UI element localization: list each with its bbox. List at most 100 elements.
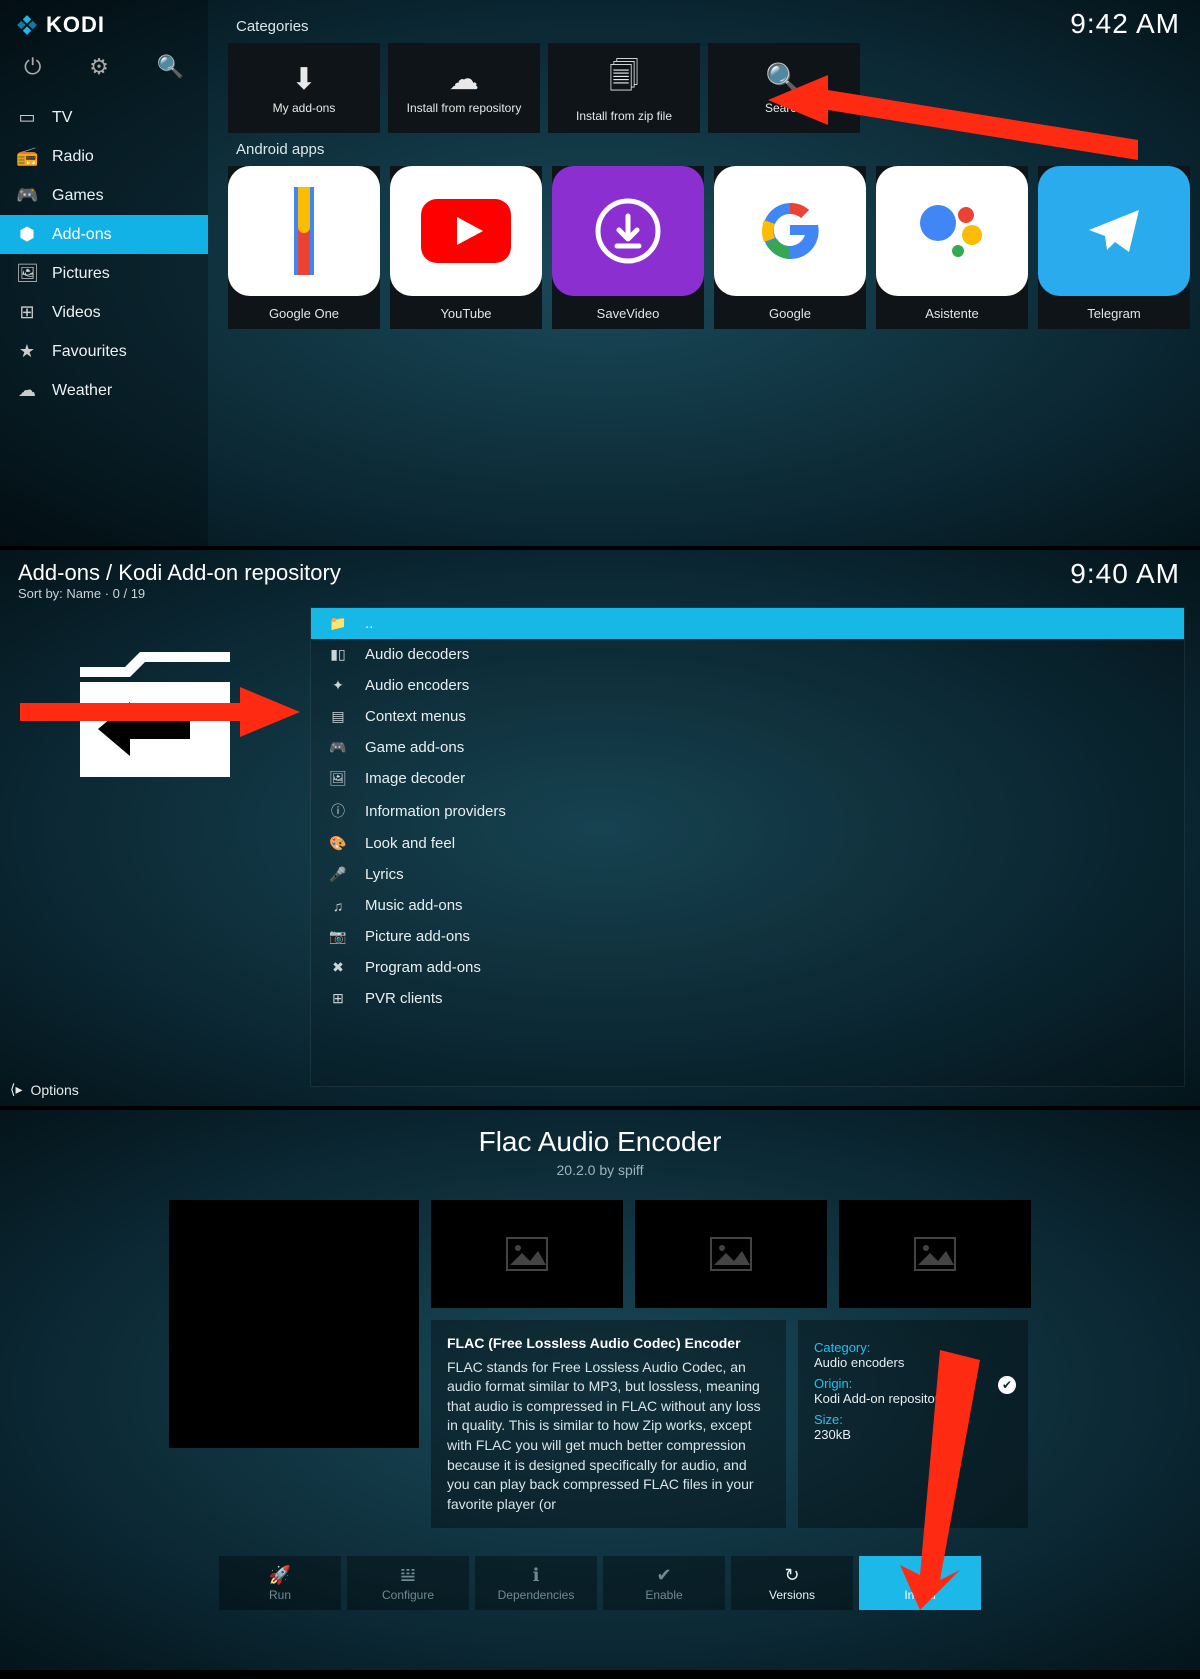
- mic-icon: 🎤: [329, 866, 347, 883]
- row-label: Lyrics: [365, 866, 404, 883]
- row-label: PVR clients: [365, 990, 443, 1007]
- tile-label: Install from repository: [407, 101, 522, 115]
- app-label: Telegram: [1087, 306, 1140, 321]
- grid-icon: ⊞: [329, 990, 347, 1007]
- enable-button[interactable]: ✔Enable: [603, 1556, 725, 1610]
- install-from-zip-tile[interactable]: 🗐Install from zip file: [548, 43, 700, 133]
- system-iconbar: ⏻ ⚙ 🔍: [0, 44, 208, 98]
- row-look-and-feel[interactable]: 🎨Look and feel: [311, 828, 1184, 859]
- nav-games[interactable]: 🎮Games: [0, 176, 208, 215]
- rocket-icon: 🚀: [269, 1565, 291, 1586]
- info-icon: ⓘ: [329, 801, 347, 821]
- screenshot-thumb[interactable]: [431, 1200, 623, 1308]
- main-panel: Categories ⬇ My add-ons ☁ Install from rep…: [208, 0, 1200, 546]
- row-label: Information providers: [365, 803, 506, 820]
- row-audio-decoders[interactable]: ▮▯Audio decoders: [311, 639, 1184, 670]
- annotation-arrow-icon: [880, 1350, 1000, 1610]
- google-one-icon: [228, 166, 380, 296]
- versions-button[interactable]: ↻Versions: [731, 1556, 853, 1610]
- app-google-one[interactable]: Google One: [228, 166, 380, 329]
- nav-list: ▭TV 📻Radio 🎮Games ⬢Add-ons 🖼Pictures ⊞Vi…: [0, 98, 208, 410]
- spark-icon: ✦: [329, 677, 347, 694]
- row-picture-addons[interactable]: 📷Picture add-ons: [311, 921, 1184, 952]
- app-savevideo[interactable]: SaveVideo: [552, 166, 704, 329]
- run-button[interactable]: 🚀 Run: [219, 1556, 341, 1610]
- app-telegram[interactable]: Telegram: [1038, 166, 1190, 329]
- gamepad-icon: 🎮: [329, 739, 347, 756]
- assistant-icon: [876, 166, 1028, 296]
- row-audio-encoders[interactable]: ✦Audio encoders: [311, 670, 1184, 701]
- pictures-icon: 🖼: [16, 263, 38, 284]
- nav-addons[interactable]: ⬢Add-ons: [0, 215, 208, 254]
- app-youtube[interactable]: YouTube: [390, 166, 542, 329]
- dependencies-button[interactable]: ℹDependencies: [475, 1556, 597, 1610]
- configure-button[interactable]: 𝍎Configure: [347, 1556, 469, 1610]
- app-label: YouTube: [440, 306, 491, 321]
- power-icon[interactable]: ⏻: [24, 54, 41, 80]
- addon-icon-large: [169, 1200, 419, 1448]
- app-google[interactable]: Google: [714, 166, 866, 329]
- row-label: Look and feel: [365, 835, 455, 852]
- row-program-addons[interactable]: ✖ Program add-ons: [311, 952, 1184, 983]
- addon-author: spiff: [618, 1162, 643, 1178]
- btn-label: Run: [269, 1588, 291, 1602]
- nav-label: Weather: [52, 382, 112, 400]
- nav-label: Videos: [52, 304, 101, 322]
- nav-tv[interactable]: ▭TV: [0, 98, 208, 137]
- gear-icon[interactable]: ⚙: [89, 54, 109, 80]
- search-icon[interactable]: 🔍: [157, 54, 184, 80]
- app-asistente[interactable]: Asistente: [876, 166, 1028, 329]
- addon-by: by: [599, 1162, 614, 1178]
- options-button[interactable]: ⟨▸ Options: [10, 1081, 79, 1098]
- my-addons-tile[interactable]: ⬇ My add-ons: [228, 43, 380, 133]
- nav-videos[interactable]: ⊞Videos: [0, 293, 208, 332]
- nav-label: Radio: [52, 148, 94, 166]
- row-music-addons[interactable]: ♫Music add-ons: [311, 890, 1184, 921]
- kodi-logo-row: KODI: [0, 0, 208, 44]
- box-down-icon: ⬇: [291, 62, 316, 97]
- row-game-addons[interactable]: 🎮 Game add-ons: [311, 732, 1184, 763]
- nav-label: Add-ons: [52, 226, 112, 244]
- categories-heading: Categories: [236, 18, 1190, 35]
- nav-pictures[interactable]: 🖼Pictures: [0, 254, 208, 293]
- annotation-arrow-icon: [20, 687, 300, 737]
- tile-label: Install from zip file: [576, 109, 672, 123]
- screenshot-thumb[interactable]: [839, 1200, 1031, 1308]
- row-label: Game add-ons: [365, 739, 464, 756]
- info-icon: ℹ: [533, 1565, 540, 1586]
- options-label: Options: [31, 1082, 79, 1098]
- nav-radio[interactable]: 📻Radio: [0, 137, 208, 176]
- install-from-repo-tile[interactable]: ☁ Install from repository: [388, 43, 540, 133]
- tools-icon: ✖: [329, 959, 347, 976]
- row-pvr-clients[interactable]: ⊞ PVR clients: [311, 983, 1184, 1014]
- screenshot-thumb[interactable]: [635, 1200, 827, 1308]
- category-list[interactable]: 📁.. ▮▯Audio decoders ✦Audio encoders ▤Co…: [310, 607, 1185, 1087]
- kodi-wordmark: KODI: [46, 12, 105, 38]
- image-placeholder-icon: [914, 1237, 956, 1271]
- kodi-logo-icon: [14, 12, 40, 38]
- row-label: Context menus: [365, 708, 466, 725]
- sidebar: KODI ⏻ ⚙ 🔍 ▭TV 📻Radio 🎮Games ⬢Add-ons 🖼P…: [0, 0, 208, 546]
- image-icon: 🖼: [329, 770, 347, 787]
- sliders-icon: ⟨▸: [10, 1081, 23, 1098]
- app-label: Google One: [269, 306, 339, 321]
- check-icon: ✔: [656, 1565, 671, 1586]
- refresh-icon: ↻: [784, 1565, 799, 1586]
- row-context-menus[interactable]: ▤Context menus: [311, 701, 1184, 732]
- action-bar: 🚀 Run 𝍎Configure ℹDependencies ✔Enable ↻V…: [0, 1556, 1200, 1610]
- verified-badge-icon: ✔: [998, 1376, 1016, 1394]
- row-label: Program add-ons: [365, 959, 481, 976]
- row-image-decoder[interactable]: 🖼Image decoder: [311, 763, 1184, 794]
- row-up[interactable]: 📁..: [311, 608, 1184, 639]
- app-label: SaveVideo: [597, 306, 660, 321]
- row-lyrics[interactable]: 🎤 Lyrics: [311, 859, 1184, 890]
- sort-line: Sort by: Name · 0 / 19: [0, 586, 1200, 607]
- addon-title-block: Flac Audio Encoder 20.2.0 by spiff: [0, 1126, 1200, 1178]
- row-label: Audio decoders: [365, 646, 469, 663]
- nav-label: Games: [52, 187, 104, 205]
- tile-label: My add-ons: [273, 101, 336, 115]
- nav-weather[interactable]: ☁Weather: [0, 371, 208, 410]
- nav-favourites[interactable]: ★Favourites: [0, 332, 208, 371]
- cloud-down-icon: ☁: [449, 62, 479, 97]
- row-info-providers[interactable]: ⓘ Information providers: [311, 794, 1184, 828]
